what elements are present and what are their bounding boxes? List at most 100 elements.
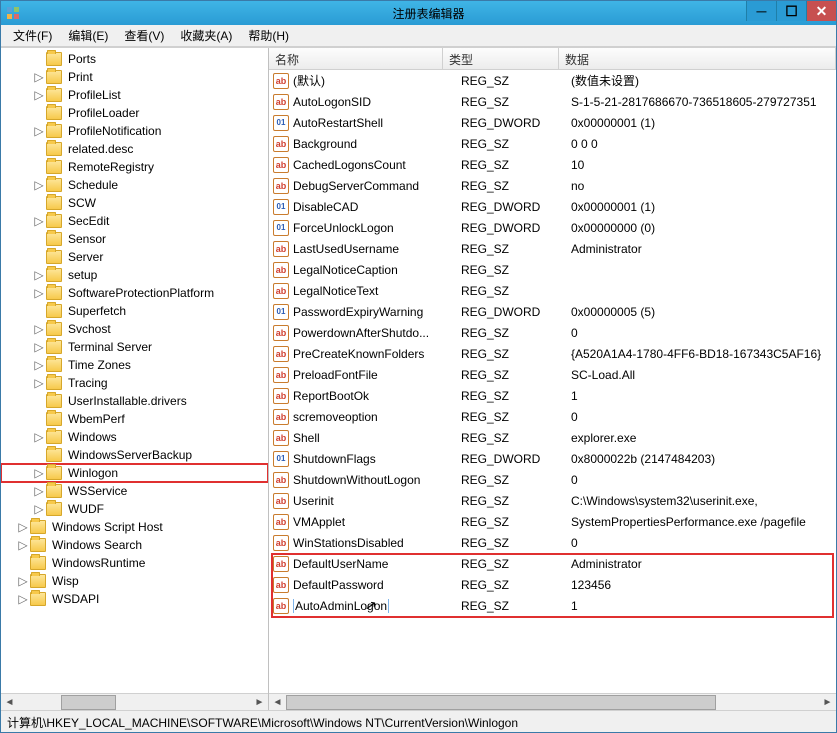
expand-icon[interactable]: ▷ (33, 376, 45, 390)
close-button[interactable]: ✕ (806, 1, 836, 21)
tree-item[interactable]: related.desc (1, 140, 268, 158)
scroll-right-icon[interactable]: ► (819, 694, 836, 711)
scroll-left-icon[interactable]: ◄ (1, 694, 18, 711)
tree-item[interactable]: UserInstallable.drivers (1, 392, 268, 410)
menu-view[interactable]: 查看(V) (116, 25, 172, 46)
expand-icon[interactable]: ▷ (33, 268, 45, 282)
tree-item[interactable]: ▷ProfileNotification (1, 122, 268, 140)
titlebar[interactable]: 注册表编辑器 ─ ☐ ✕ (1, 1, 836, 25)
value-name: PowerdownAfterShutdo... (293, 326, 461, 340)
list-row[interactable]: DefaultUserNameREG_SZAdministrator (269, 553, 836, 574)
expand-icon[interactable]: ▷ (33, 286, 45, 300)
tree-h-scrollbar[interactable]: ◄ ► (1, 693, 268, 710)
tree-item[interactable]: Ports (1, 50, 268, 68)
list-row[interactable]: AutoAdminLogonREG_SZ1 (269, 595, 836, 616)
list-row[interactable]: VMAppletREG_SZSystemPropertiesPerformanc… (269, 511, 836, 532)
minimize-button[interactable]: ─ (746, 1, 776, 21)
tree-item[interactable]: ▷ProfileList (1, 86, 268, 104)
list-row[interactable]: WinStationsDisabledREG_SZ0 (269, 532, 836, 553)
list-row[interactable]: (默认)REG_SZ(数值未设置) (269, 70, 836, 91)
list-row[interactable]: PreCreateKnownFoldersREG_SZ{A520A1A4-178… (269, 343, 836, 364)
list-row[interactable]: DefaultPasswordREG_SZ123456 (269, 574, 836, 595)
tree-item[interactable]: ProfileLoader (1, 104, 268, 122)
tree-item[interactable]: Sensor (1, 230, 268, 248)
list-row[interactable]: PreloadFontFileREG_SZSC-Load.All (269, 364, 836, 385)
expand-icon[interactable]: ▷ (33, 358, 45, 372)
list-body[interactable]: (默认)REG_SZ(数值未设置)AutoLogonSIDREG_SZS-1-5… (269, 70, 836, 693)
tree-item[interactable]: ▷setup (1, 266, 268, 284)
tree-item[interactable]: RemoteRegistry (1, 158, 268, 176)
list-row[interactable]: BackgroundREG_SZ0 0 0 (269, 133, 836, 154)
tree-item[interactable]: ▷Windows (1, 428, 268, 446)
scroll-thumb[interactable] (286, 695, 716, 710)
tree-item[interactable]: ▷Svchost (1, 320, 268, 338)
value-type: REG_DWORD (461, 116, 571, 130)
expand-icon[interactable]: ▷ (33, 124, 45, 138)
list-h-scrollbar[interactable]: ◄ ► (269, 693, 836, 710)
expand-icon[interactable]: ▷ (33, 88, 45, 102)
tree-item[interactable]: ▷Time Zones (1, 356, 268, 374)
tree-item[interactable]: ▷Terminal Server (1, 338, 268, 356)
list-row[interactable]: ShutdownFlagsREG_DWORD0x8000022b (214748… (269, 448, 836, 469)
col-data[interactable]: 数据 (559, 48, 836, 69)
list-row[interactable]: AutoLogonSIDREG_SZS-1-5-21-2817686670-73… (269, 91, 836, 112)
tree[interactable]: Ports▷Print▷ProfileListProfileLoader▷Pro… (1, 48, 268, 693)
scroll-left-icon[interactable]: ◄ (269, 694, 286, 711)
tree-item[interactable]: ▷Windows Script Host (1, 518, 268, 536)
list-row[interactable]: DebugServerCommandREG_SZno (269, 175, 836, 196)
tree-item[interactable]: WindowsServerBackup (1, 446, 268, 464)
tree-item[interactable]: Superfetch (1, 302, 268, 320)
list-row[interactable]: CachedLogonsCountREG_SZ10 (269, 154, 836, 175)
tree-item[interactable]: SCW (1, 194, 268, 212)
col-name[interactable]: 名称 (269, 48, 443, 69)
expand-icon[interactable]: ▷ (33, 178, 45, 192)
expand-icon[interactable]: ▷ (33, 322, 45, 336)
tree-item[interactable]: Server (1, 248, 268, 266)
expand-icon[interactable]: ▷ (17, 574, 29, 588)
expand-icon[interactable]: ▷ (33, 484, 45, 498)
list-row[interactable]: ShutdownWithoutLogonREG_SZ0 (269, 469, 836, 490)
list-row[interactable]: AutoRestartShellREG_DWORD0x00000001 (1) (269, 112, 836, 133)
list-row[interactable]: LegalNoticeCaptionREG_SZ (269, 259, 836, 280)
tree-item[interactable]: ▷Windows Search (1, 536, 268, 554)
menu-edit[interactable]: 编辑(E) (60, 25, 116, 46)
maximize-button[interactable]: ☐ (776, 1, 806, 21)
list-row[interactable]: UserinitREG_SZC:\Windows\system32\userin… (269, 490, 836, 511)
expand-icon[interactable]: ▷ (33, 70, 45, 84)
expand-icon[interactable]: ▷ (33, 430, 45, 444)
expand-icon[interactable]: ▷ (33, 502, 45, 516)
expand-icon[interactable]: ▷ (17, 592, 29, 606)
list-row[interactable]: PasswordExpiryWarningREG_DWORD0x00000005… (269, 301, 836, 322)
tree-item[interactable]: ▷WSDAPI (1, 590, 268, 608)
menu-help[interactable]: 帮助(H) (240, 25, 297, 46)
expand-icon[interactable]: ▷ (17, 538, 29, 552)
menu-favorites[interactable]: 收藏夹(A) (172, 25, 240, 46)
tree-item[interactable]: ▷SoftwareProtectionPlatform (1, 284, 268, 302)
expand-icon[interactable]: ▷ (33, 340, 45, 354)
expand-icon[interactable]: ▷ (33, 466, 45, 480)
list-row[interactable]: LastUsedUsernameREG_SZAdministrator (269, 238, 836, 259)
expand-icon[interactable]: ▷ (17, 520, 29, 534)
expand-icon[interactable]: ▷ (33, 214, 45, 228)
list-row[interactable]: ReportBootOkREG_SZ1 (269, 385, 836, 406)
scroll-thumb[interactable] (61, 695, 116, 710)
col-type[interactable]: 类型 (443, 48, 559, 69)
tree-item[interactable]: ▷WSService (1, 482, 268, 500)
tree-item[interactable]: ▷Tracing (1, 374, 268, 392)
list-row[interactable]: PowerdownAfterShutdo...REG_SZ0 (269, 322, 836, 343)
list-row[interactable]: ShellREG_SZexplorer.exe (269, 427, 836, 448)
tree-item[interactable]: ▷Wisp (1, 572, 268, 590)
tree-item[interactable]: ▷Schedule (1, 176, 268, 194)
list-row[interactable]: DisableCADREG_DWORD0x00000001 (1) (269, 196, 836, 217)
list-row[interactable]: ForceUnlockLogonREG_DWORD0x00000000 (0) (269, 217, 836, 238)
tree-item[interactable]: ▷WUDF (1, 500, 268, 518)
list-row[interactable]: LegalNoticeTextREG_SZ (269, 280, 836, 301)
tree-item[interactable]: ▷Print (1, 68, 268, 86)
list-row[interactable]: scremoveoptionREG_SZ0 (269, 406, 836, 427)
menu-file[interactable]: 文件(F) (5, 25, 60, 46)
tree-item[interactable]: ▷SecEdit (1, 212, 268, 230)
tree-item[interactable]: ▷Winlogon (1, 464, 268, 482)
scroll-right-icon[interactable]: ► (251, 694, 268, 711)
tree-item[interactable]: WbemPerf (1, 410, 268, 428)
tree-item[interactable]: WindowsRuntime (1, 554, 268, 572)
